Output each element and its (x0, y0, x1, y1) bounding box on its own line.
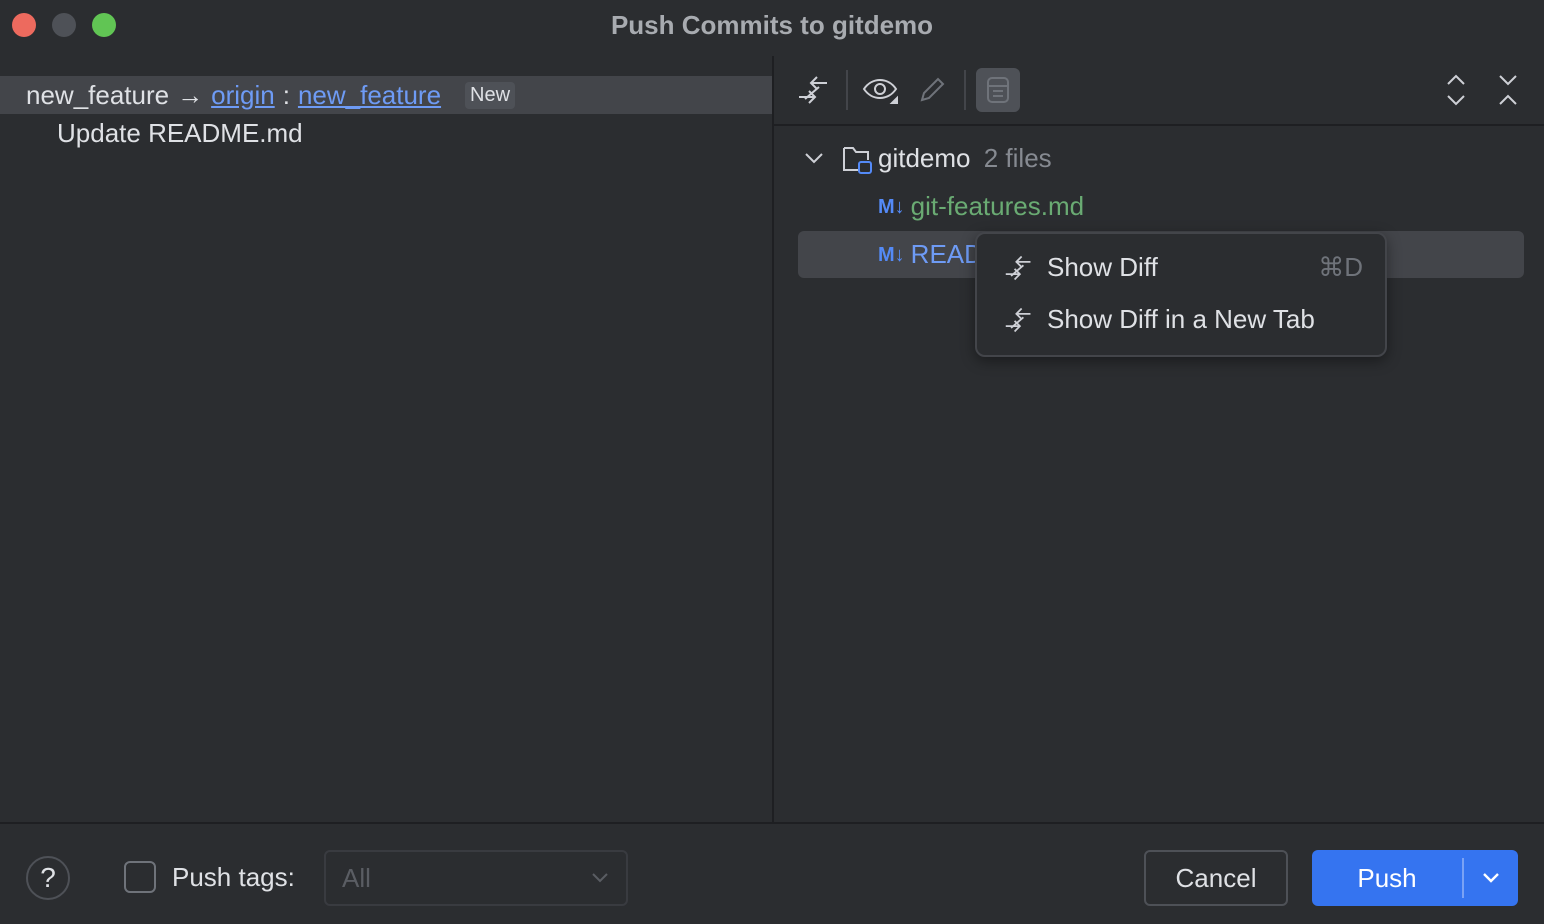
show-diff-icon[interactable] (796, 72, 832, 108)
chevron-down-icon[interactable] (804, 146, 824, 175)
remote-link[interactable]: origin (211, 80, 275, 111)
branch-spec: new_feature → origin : new_feature New (26, 80, 515, 111)
help-button[interactable]: ? (26, 856, 70, 900)
push-options-dropdown[interactable] (1464, 871, 1518, 885)
folder-icon (842, 145, 874, 180)
arrow-icon: → (177, 80, 203, 111)
divider (0, 822, 1544, 824)
markdown-icon: M↓ (878, 239, 905, 270)
new-badge: New (465, 82, 515, 109)
push-tags-select[interactable]: All (324, 850, 628, 906)
push-button-group: Push (1312, 850, 1518, 906)
menu-item-label: Show Diff in a New Tab (1047, 304, 1315, 335)
preview-toggle-icon[interactable] (976, 68, 1020, 112)
commit-item[interactable]: Update README.md (57, 118, 303, 149)
menu-item-label: Show Diff (1047, 252, 1158, 283)
file-row[interactable]: M↓ READ (878, 239, 983, 270)
show-diff-icon (1003, 253, 1035, 283)
chevron-down-icon (590, 871, 610, 885)
markdown-icon: M↓ (878, 191, 905, 222)
edit-icon[interactable] (914, 72, 950, 108)
source-branch: new_feature (26, 80, 169, 111)
shortcut: ⌘D (1318, 252, 1363, 283)
separator (846, 70, 848, 110)
separator: : (283, 80, 290, 111)
file-row[interactable]: M↓ git-features.md (878, 191, 1084, 222)
file-name: READ (911, 239, 983, 270)
select-value: All (342, 863, 371, 894)
expand-all-icon[interactable] (1438, 72, 1474, 108)
collapse-all-icon[interactable] (1490, 72, 1526, 108)
file-count: 2 files (984, 143, 1052, 173)
file-name: git-features.md (911, 191, 1084, 222)
push-tags-checkbox[interactable] (124, 861, 156, 893)
folder-name[interactable]: gitdemo (878, 143, 971, 173)
root-folder: gitdemo 2 files (878, 143, 1052, 174)
maximize-window-button[interactable] (92, 13, 116, 37)
target-branch-link[interactable]: new_feature (298, 80, 441, 111)
window-title: Push Commits to gitdemo (0, 10, 1544, 41)
divider (774, 124, 1544, 126)
divider (772, 56, 774, 824)
chevron-down-icon (1481, 871, 1501, 885)
push-button[interactable]: Push (1312, 863, 1462, 894)
cancel-button[interactable]: Cancel (1144, 850, 1288, 906)
eye-icon[interactable] (862, 72, 898, 108)
push-tags-label: Push tags: (172, 862, 295, 893)
context-menu: Show Diff ⌘D Show Diff in a New Tab (975, 232, 1387, 357)
close-window-button[interactable] (12, 13, 36, 37)
menu-item-show-diff-new-tab[interactable]: Show Diff in a New Tab (1003, 304, 1363, 335)
menu-item-show-diff[interactable]: Show Diff ⌘D (1003, 252, 1363, 283)
minimize-window-button[interactable] (52, 13, 76, 37)
separator (964, 70, 966, 110)
show-diff-icon (1003, 305, 1035, 335)
